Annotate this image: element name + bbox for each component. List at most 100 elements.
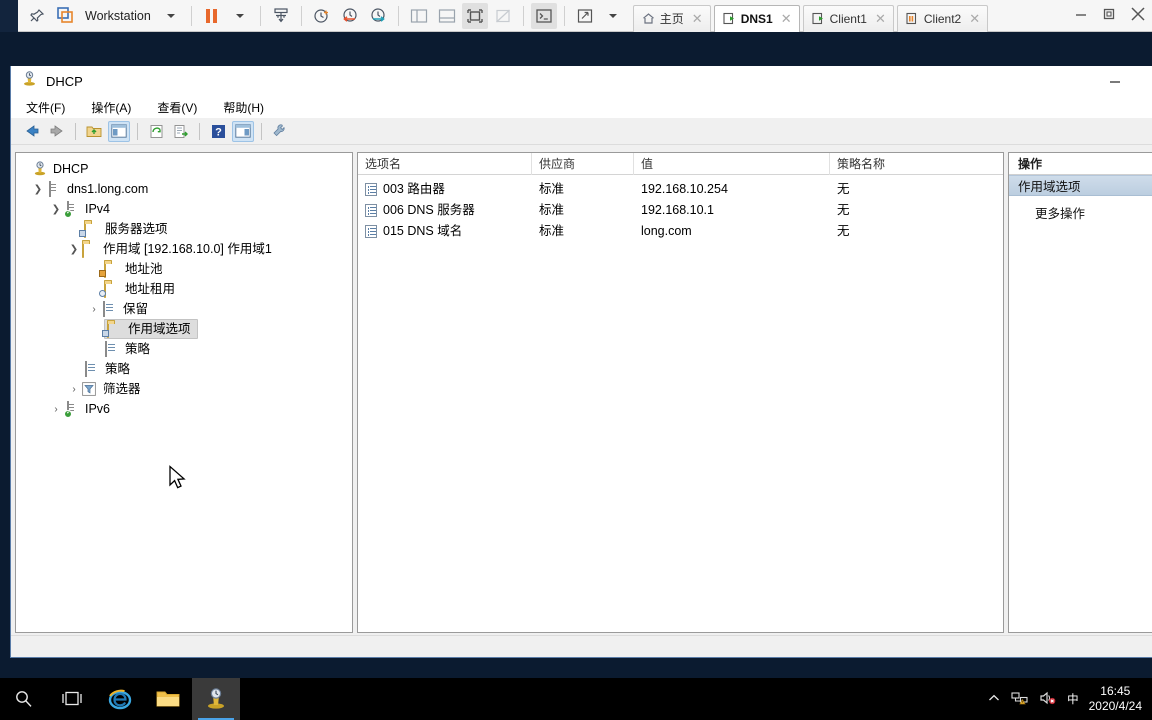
tree-node-ipv6[interactable]: › IPv6 bbox=[16, 399, 352, 419]
tree-node-filters[interactable]: › 筛选器 bbox=[16, 379, 352, 399]
tab-dns1-label: DNS1 bbox=[740, 11, 773, 26]
show-hidden-icons-chevron[interactable] bbox=[987, 691, 1001, 708]
pin-icon[interactable] bbox=[24, 3, 50, 29]
tree-node-label: IPv4 bbox=[85, 202, 111, 216]
tree-chevron-expanded[interactable]: ❯ bbox=[30, 184, 46, 195]
menu-action[interactable]: 操作(A) bbox=[88, 98, 134, 117]
tab-dns1[interactable]: DNS1 ✕ bbox=[713, 4, 800, 32]
tab-dns1-close-icon[interactable]: ✕ bbox=[781, 11, 792, 27]
dhcp-option-icon bbox=[365, 183, 377, 196]
tree-node-label: 策略 bbox=[105, 362, 131, 376]
tab-client1[interactable]: Client1 ✕ bbox=[802, 4, 894, 32]
list-header-row: 选项名 供应商 值 策略名称 bbox=[358, 153, 1003, 175]
vmware-restore-button[interactable] bbox=[1102, 7, 1116, 24]
dhcp-menu-bar: 文件(F) 操作(A) 查看(V) 帮助(H) bbox=[11, 96, 1152, 118]
actions-more-actions[interactable]: 更多操作 bbox=[1009, 202, 1152, 223]
filter-icon bbox=[82, 381, 98, 397]
tree-node-label: 地址池 bbox=[125, 262, 163, 276]
tree-node-server-options[interactable]: 服务器选项 bbox=[16, 219, 352, 239]
taskbar-clock[interactable]: 16:45 2020/4/24 bbox=[1089, 684, 1146, 714]
view-dropdown-caret[interactable] bbox=[600, 3, 626, 29]
tree-node-dns1[interactable]: ❯ dns1.long.com bbox=[16, 179, 352, 199]
unity-icon[interactable] bbox=[490, 3, 516, 29]
vmware-close-button[interactable] bbox=[1130, 6, 1146, 25]
column-header-policy-name[interactable]: 策略名称 bbox=[830, 153, 1003, 175]
vmware-minimize-button[interactable] bbox=[1074, 7, 1088, 24]
file-explorer-icon[interactable] bbox=[144, 678, 192, 720]
cell-policy: 无 bbox=[837, 203, 850, 217]
export-list-icon[interactable] bbox=[170, 121, 192, 142]
dhcp-title-bar: DHCP bbox=[11, 66, 1152, 96]
pause-icon[interactable] bbox=[199, 3, 225, 29]
sidebar-layout-icon[interactable] bbox=[406, 3, 432, 29]
ime-chinese-icon[interactable]: 中 bbox=[1067, 691, 1079, 707]
table-row[interactable]: 003 路由器 标准 192.168.10.254 无 bbox=[358, 179, 1003, 200]
dhcp-status-bar bbox=[11, 635, 1152, 657]
tab-client1-close-icon[interactable]: ✕ bbox=[875, 11, 886, 27]
tab-client2-close-icon[interactable]: ✕ bbox=[969, 11, 980, 27]
up-one-level-icon[interactable] bbox=[83, 121, 105, 142]
network-warning-icon[interactable] bbox=[1011, 690, 1029, 709]
tree-node-policy[interactable]: 策略 bbox=[16, 359, 352, 379]
snapshot-manager-icon[interactable] bbox=[365, 3, 391, 29]
tab-home[interactable]: 主页 ✕ bbox=[632, 4, 711, 32]
column-header-option-name[interactable]: 选项名 bbox=[358, 153, 532, 175]
menu-file[interactable]: 文件(F) bbox=[23, 98, 68, 117]
dhcp-taskbar-icon[interactable] bbox=[192, 678, 240, 720]
properties-icon[interactable] bbox=[269, 121, 291, 142]
tree-chevron-collapsed[interactable]: › bbox=[86, 304, 102, 315]
expand-icon[interactable] bbox=[572, 3, 598, 29]
table-row[interactable]: 006 DNS 服务器 标准 192.168.10.1 无 bbox=[358, 200, 1003, 221]
back-icon[interactable] bbox=[21, 121, 43, 142]
tree-node-address-lease[interactable]: 地址租用 bbox=[16, 279, 352, 299]
column-header-vendor[interactable]: 供应商 bbox=[532, 153, 634, 175]
tree-node-address-pool[interactable]: 地址池 bbox=[16, 259, 352, 279]
send-key-icon[interactable] bbox=[268, 3, 294, 29]
pause-dropdown-caret[interactable] bbox=[227, 3, 253, 29]
actions-section-scope-options[interactable]: 作用域选项 bbox=[1009, 175, 1152, 196]
console-icon[interactable] bbox=[530, 2, 557, 29]
fullscreen-icon[interactable] bbox=[461, 2, 488, 29]
menu-view[interactable]: 查看(V) bbox=[154, 98, 200, 117]
dhcp-minimize-button[interactable] bbox=[1092, 67, 1138, 96]
dhcp-maximize-button[interactable] bbox=[1138, 67, 1152, 96]
show-hide-action-pane-icon[interactable] bbox=[232, 120, 254, 142]
tree-node-scope-policy[interactable]: 策略 bbox=[16, 339, 352, 359]
vm-library-icon[interactable] bbox=[52, 3, 78, 29]
tree-chevron-expanded[interactable]: ❯ bbox=[48, 204, 64, 215]
search-icon[interactable] bbox=[0, 678, 48, 720]
workstation-dropdown-caret[interactable] bbox=[158, 3, 184, 29]
tree-node-label: DHCP bbox=[53, 162, 89, 176]
tab-client1-label: Client1 bbox=[829, 11, 867, 26]
tree-node-scope-options[interactable]: 作用域选项 bbox=[102, 319, 198, 339]
tree-chevron-expanded[interactable]: ❯ bbox=[66, 244, 82, 255]
revert-snapshot-icon[interactable] bbox=[337, 3, 363, 29]
dhcp-body: DHCP ❯ dns1.long.com ❯ IPv4 服务器选 bbox=[11, 146, 1152, 635]
windows-taskbar: 中 16:45 2020/4/24 bbox=[0, 678, 1152, 720]
vm-suspended-icon bbox=[906, 12, 919, 25]
internet-explorer-icon[interactable] bbox=[96, 678, 144, 720]
tab-client2[interactable]: Client2 ✕ bbox=[896, 4, 989, 32]
tree-node-ipv4[interactable]: ❯ IPv4 bbox=[16, 199, 352, 219]
tree-node-reservation[interactable]: › 保留 bbox=[16, 299, 352, 319]
bottom-layout-icon[interactable] bbox=[434, 3, 460, 29]
tree-node-dhcp[interactable]: DHCP bbox=[16, 159, 352, 179]
column-header-value[interactable]: 值 bbox=[634, 153, 830, 175]
tree-node-scope[interactable]: ❯ 作用域 [192.168.10.0] 作用域1 bbox=[16, 239, 352, 259]
tree-chevron-collapsed[interactable]: › bbox=[48, 404, 64, 415]
tree-chevron-collapsed[interactable]: › bbox=[66, 384, 82, 395]
volume-muted-icon[interactable] bbox=[1039, 690, 1057, 709]
snapshot-icon[interactable] bbox=[309, 3, 335, 29]
help-icon[interactable]: ? bbox=[207, 121, 229, 142]
task-view-icon[interactable] bbox=[48, 678, 96, 720]
menu-help[interactable]: 帮助(H) bbox=[220, 98, 267, 117]
vmware-window-controls bbox=[1074, 6, 1152, 25]
dhcp-toolbar: ? bbox=[11, 118, 1152, 145]
refresh-icon[interactable] bbox=[145, 121, 167, 142]
tree-node-label: 作用域选项 bbox=[128, 322, 191, 336]
show-hide-tree-icon[interactable] bbox=[108, 120, 130, 142]
list-rows: 003 路由器 标准 192.168.10.254 无 006 DNS 服务器 … bbox=[358, 175, 1003, 242]
tab-home-close-icon[interactable]: ✕ bbox=[692, 11, 703, 27]
forward-icon[interactable] bbox=[46, 121, 68, 142]
table-row[interactable]: 015 DNS 域名 标准 long.com 无 bbox=[358, 221, 1003, 242]
